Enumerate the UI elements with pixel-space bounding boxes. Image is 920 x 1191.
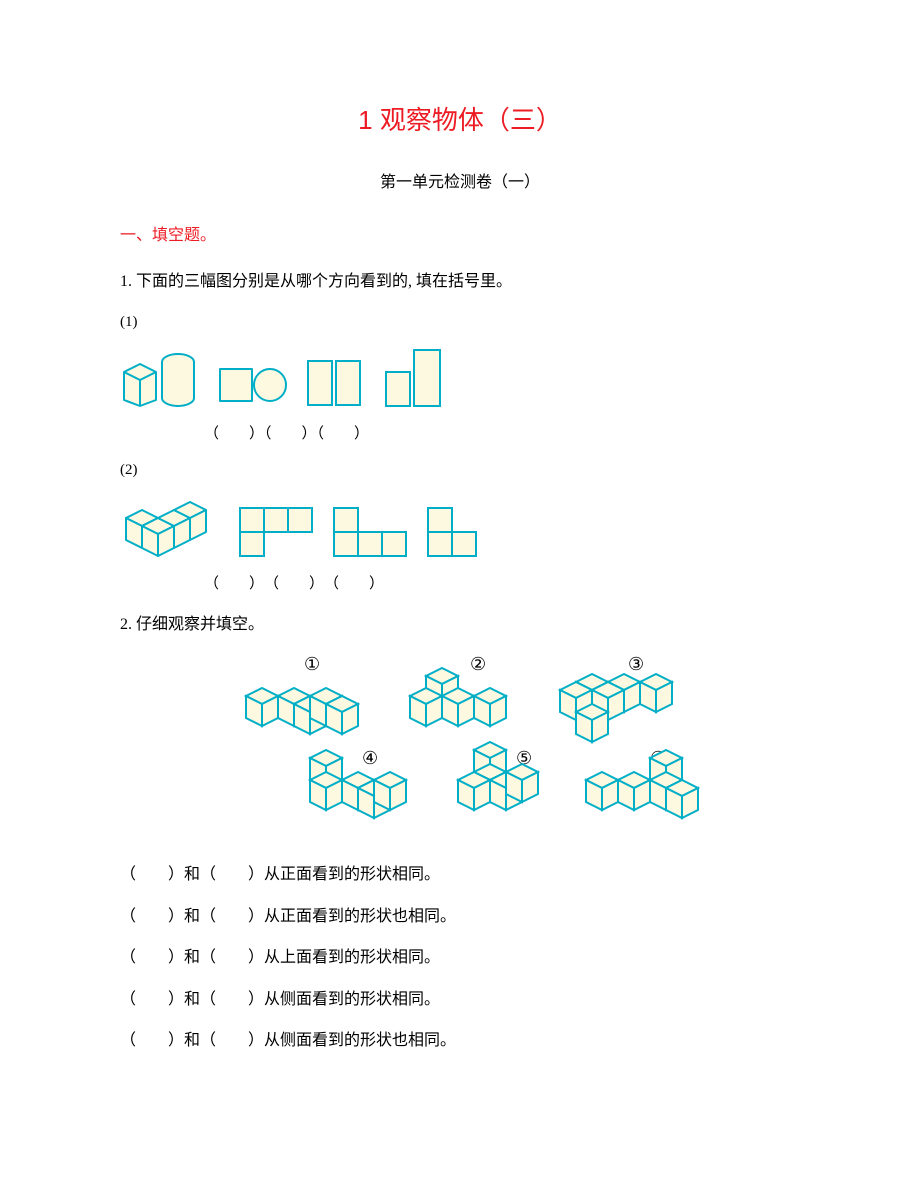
label-4: ④ [362, 748, 378, 768]
q2-figures: .lab{font-family:sans-serif;font-size:18… [240, 654, 710, 844]
fig-short-tall-rect [384, 348, 444, 408]
label-1: ① [304, 654, 320, 674]
fig-square-circle [218, 363, 288, 408]
q1-sub2-blanks: （ ） （ ） （ ） [204, 572, 800, 596]
fig-side-step [426, 506, 478, 558]
fig-3d-l-block [120, 496, 220, 558]
section-1-header: 一、填空题。 [120, 223, 800, 249]
q1-sub1-label: (1) [120, 310, 800, 334]
q1-sub1-figures: .st{fill:#fdf9e0;stroke:#00aec7;stroke-w… [120, 348, 800, 408]
question-1: 1. 下面的三幅图分别是从哪个方向看到的, 填在括号里。 [120, 269, 800, 295]
fill-2: （ ）和（ ）从正面看到的形状也相同。 [120, 904, 800, 930]
fig-two-rects-equal [306, 353, 366, 408]
q1-sub1-blanks: （ ）（ ）（ ） [204, 422, 800, 446]
question-2: 2. 仔细观察并填空。 [120, 612, 800, 638]
fig-front-l [332, 506, 408, 558]
fill-1: （ ）和（ ）从正面看到的形状相同。 [120, 862, 800, 888]
page-title: 1 观察物体（三） [120, 100, 800, 142]
fill-4: （ ）和（ ）从侧面看到的形状相同。 [120, 987, 800, 1013]
subtitle: 第一单元检测卷（一） [120, 170, 800, 196]
q1-sub2-label: (2) [120, 458, 800, 482]
label-2: ② [470, 654, 486, 674]
q1-sub2-figures [120, 496, 800, 558]
fill-3: （ ）和（ ）从上面看到的形状相同。 [120, 945, 800, 971]
label-3: ③ [628, 654, 644, 674]
fig-top-l [238, 506, 314, 558]
fig-3d-cube-cylinder: .st{fill:#fdf9e0;stroke:#00aec7;stroke-w… [120, 348, 200, 408]
fill-5: （ ）和（ ）从侧面看到的形状也相同。 [120, 1028, 800, 1054]
